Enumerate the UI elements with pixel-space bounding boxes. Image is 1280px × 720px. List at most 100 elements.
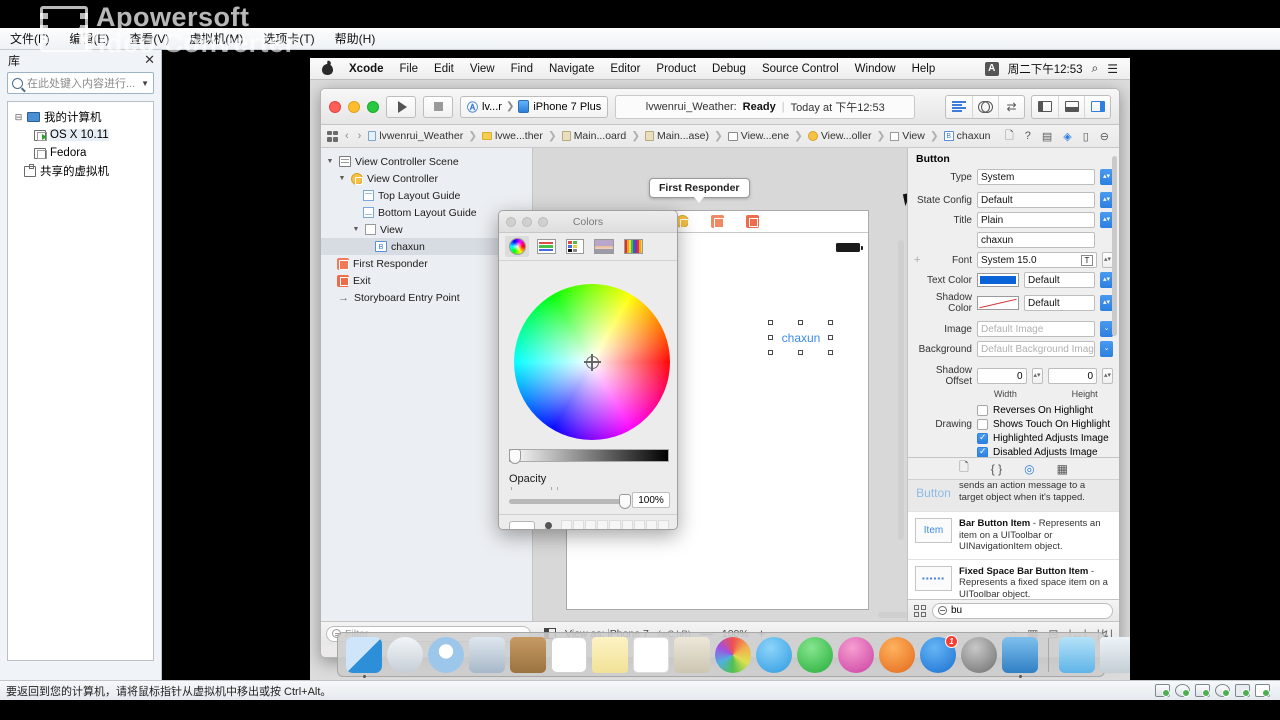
text-color-popup[interactable]: Default bbox=[1024, 272, 1095, 288]
menu-xcode[interactable]: Xcode bbox=[341, 58, 392, 80]
drawing-disabled-row[interactable]: Disabled Adjusts Image bbox=[910, 446, 1113, 457]
color-wheel-icon[interactable] bbox=[505, 236, 529, 257]
swatch-slot[interactable] bbox=[573, 520, 585, 529]
row-text-color[interactable]: Text Color Default ▴▾ bbox=[910, 272, 1113, 288]
run-button[interactable] bbox=[386, 95, 416, 118]
menu-navigate[interactable]: Navigate bbox=[541, 58, 602, 80]
editor-mode-segment[interactable]: ⇄ bbox=[945, 94, 1025, 119]
breadcrumb-item-project[interactable]: lvwenrui_Weather bbox=[379, 130, 463, 142]
shadow-color-popup[interactable]: Default bbox=[1024, 295, 1095, 311]
library-tabs[interactable]: 🗋 { } ◎ ▦ bbox=[908, 458, 1119, 480]
state-config-popup[interactable]: Default bbox=[977, 192, 1095, 208]
window-controls[interactable] bbox=[329, 100, 379, 113]
resize-handle[interactable] bbox=[828, 320, 833, 325]
panel-toggle-segment[interactable] bbox=[1031, 94, 1111, 119]
menu-window[interactable]: Window bbox=[847, 58, 904, 80]
swatch-slot[interactable] bbox=[621, 520, 633, 529]
minimize-window-button[interactable] bbox=[348, 100, 360, 113]
status-tray[interactable] bbox=[1155, 684, 1274, 697]
type-popup[interactable]: System bbox=[977, 169, 1095, 185]
library-search-box[interactable]: 在此处键入内容进行... ▼ bbox=[7, 72, 154, 94]
sound-status-icon[interactable] bbox=[1215, 684, 1230, 697]
outline-item-view-controller[interactable]: ▼ View Controller bbox=[321, 170, 532, 187]
cd-drive-status-icon[interactable] bbox=[1175, 684, 1190, 697]
resize-handle[interactable] bbox=[798, 350, 803, 355]
tree-item-osx[interactable]: OS X 10.11 bbox=[12, 126, 149, 144]
code-snippet-library-icon[interactable]: { } bbox=[991, 462, 1002, 476]
hard-disk-status-icon[interactable] bbox=[1155, 684, 1170, 697]
width-stepper[interactable]: ▴▾ bbox=[1031, 368, 1043, 384]
network-status-icon[interactable] bbox=[1195, 684, 1210, 697]
row-title[interactable]: Title Plain ▴▾ bbox=[910, 212, 1113, 228]
menu-edit[interactable]: Edit bbox=[426, 58, 462, 80]
drawing-reverses-row[interactable]: Reverses On Highlight bbox=[910, 405, 1113, 416]
tree-item-shared-vms[interactable]: 共享的虚拟机 bbox=[12, 162, 149, 180]
dock-notes[interactable] bbox=[592, 636, 628, 673]
shadow-color-swatch[interactable] bbox=[977, 296, 1019, 310]
swatch-slot[interactable] bbox=[645, 520, 657, 529]
dock-itunes[interactable] bbox=[838, 636, 874, 673]
height-stepper[interactable]: ▴▾ bbox=[1102, 368, 1113, 384]
menu-help[interactable]: Help bbox=[904, 58, 944, 80]
scheme-selector[interactable]: Ⓐ lv...r ❯ iPhone 7 Plus bbox=[460, 95, 609, 118]
resize-handle[interactable] bbox=[768, 335, 773, 340]
media-library-icon[interactable]: ▦ bbox=[1057, 462, 1068, 476]
twisty-icon[interactable]: ▼ bbox=[337, 175, 347, 182]
menu-file[interactable]: File bbox=[392, 58, 427, 80]
shadow-offset-width-input[interactable]: 0 bbox=[977, 368, 1027, 384]
vmware-menubar[interactable]: 文件(F) 编辑(E) 查看(V) 虚拟机(M) 选项卡(T) 帮助(H) bbox=[0, 28, 1280, 50]
utilities-toggle-icon[interactable] bbox=[1084, 95, 1110, 118]
shadow-offset-height-input[interactable]: 0 bbox=[1047, 368, 1097, 384]
color-wheel-crosshair[interactable] bbox=[583, 353, 601, 371]
row-shadow-color[interactable]: Shadow Color Default ▴▾ bbox=[910, 292, 1113, 314]
image-palettes-icon[interactable] bbox=[592, 236, 616, 257]
outline-item-scene[interactable]: ▼ View Controller Scene bbox=[321, 153, 532, 170]
row-type[interactable]: Type System ▴▾ bbox=[910, 169, 1113, 185]
menu-product[interactable]: Product bbox=[648, 58, 704, 80]
menu-find[interactable]: Find bbox=[503, 58, 541, 80]
attributes-inspector-icon[interactable]: ◈ bbox=[1063, 130, 1071, 143]
navigator-toggle-icon[interactable] bbox=[1032, 96, 1058, 118]
dock-trash[interactable] bbox=[1100, 636, 1130, 673]
dock-ibooks[interactable] bbox=[879, 636, 915, 673]
twisty-icon[interactable]: ▼ bbox=[351, 226, 361, 233]
saved-swatches-grid[interactable] bbox=[561, 520, 669, 529]
file-template-library-icon[interactable]: 🗋 bbox=[959, 458, 969, 479]
menu-editor[interactable]: Editor bbox=[602, 58, 648, 80]
dock-photos[interactable] bbox=[715, 636, 751, 673]
close-window-button[interactable] bbox=[329, 100, 341, 113]
vm-menu-view[interactable]: 查看(V) bbox=[129, 30, 169, 47]
reverses-on-highlight-checkbox[interactable] bbox=[977, 405, 988, 416]
xcode-jumpbar[interactable]: ‹ › lvwenrui_Weather ❯ lvwe...ther ❯ Mai… bbox=[321, 125, 1119, 148]
macos-dock[interactable]: 1 bbox=[337, 632, 1130, 678]
dock-contacts[interactable] bbox=[510, 636, 546, 673]
eyedropper-icon[interactable] bbox=[541, 521, 555, 529]
object-library-icon[interactable]: ◎ bbox=[1024, 462, 1034, 476]
dock-messages[interactable] bbox=[756, 636, 792, 673]
object-library-list[interactable]: Button sends an action message to a targ… bbox=[908, 480, 1119, 599]
font-field[interactable]: System 15.0 T bbox=[977, 252, 1097, 268]
title-type-popup[interactable]: Plain bbox=[977, 212, 1095, 228]
dock-calendar[interactable] bbox=[551, 636, 587, 673]
dock-downloads[interactable] bbox=[1059, 636, 1095, 673]
menu-view[interactable]: View bbox=[462, 58, 503, 80]
library-filter-input[interactable]: bu bbox=[932, 602, 1113, 619]
back-button[interactable]: ‹ bbox=[343, 130, 351, 142]
title-text-input[interactable]: chaxun bbox=[977, 232, 1095, 248]
opacity-value[interactable]: 100% bbox=[632, 492, 670, 508]
first-responder-icon[interactable] bbox=[711, 215, 724, 228]
dock-app-store[interactable]: 1 bbox=[920, 634, 958, 673]
canvas-horizontal-scrollbar[interactable] bbox=[878, 612, 907, 618]
drawing-shows-touch-row[interactable]: Drawing Shows Touch On Highlight bbox=[910, 419, 1113, 430]
input-source-icon[interactable]: A bbox=[984, 61, 999, 76]
list-item[interactable]: Button sends an action message to a targ… bbox=[908, 480, 1119, 512]
connections-inspector-icon[interactable]: ⊖ bbox=[1100, 130, 1109, 143]
opacity-slider-knob[interactable] bbox=[619, 494, 631, 509]
outline-item-top-layout-guide[interactable]: Top Layout Guide bbox=[321, 187, 532, 204]
search-icon[interactable]: ⌕ bbox=[1092, 61, 1099, 76]
dock-facetime[interactable] bbox=[797, 636, 833, 673]
row-title-text[interactable]: chaxun bbox=[910, 232, 1113, 248]
selected-button-chaxun[interactable]: chaxun bbox=[768, 320, 833, 355]
row-state-config[interactable]: State Config Default ▴▾ bbox=[910, 192, 1113, 208]
color-sliders-icon[interactable] bbox=[534, 236, 558, 257]
